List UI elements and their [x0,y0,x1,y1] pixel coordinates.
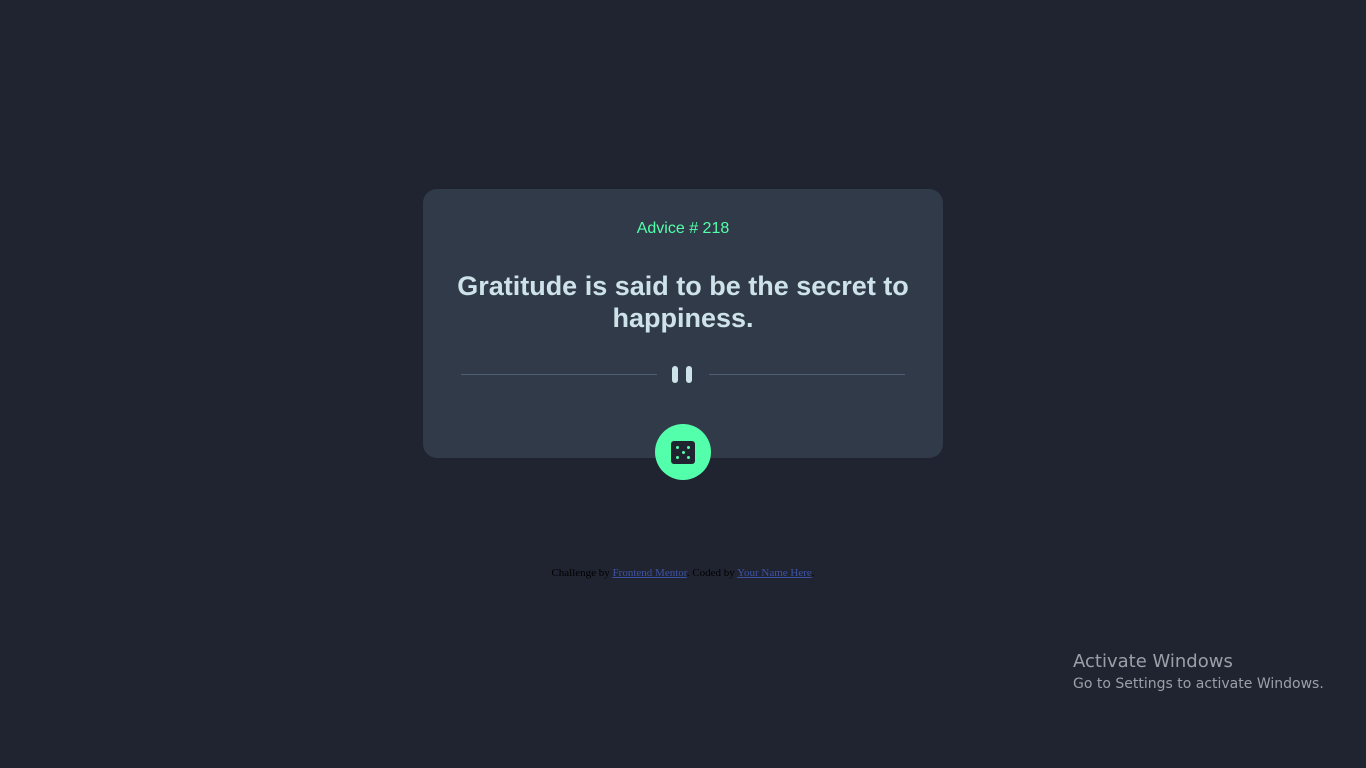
new-advice-button[interactable] [655,424,711,480]
divider-line-left [461,374,657,375]
divider [461,361,905,389]
author-link[interactable]: Your Name Here [737,567,812,579]
attribution-challenge-prefix: Challenge by [551,567,613,579]
advice-card: Advice # 218 Gratitude is said to be the… [423,189,943,458]
watermark-subtitle: Go to Settings to activate Windows. [1073,676,1324,692]
dice-icon [671,441,695,464]
advice-quote: Gratitude is said to be the secret to ha… [457,271,909,333]
divider-line-right [709,374,905,375]
attribution-coded-prefix: . Coded by [686,567,738,579]
pause-icon [672,366,694,383]
advice-id: Advice # 218 [636,220,730,237]
windows-activation-watermark: Activate Windows Go to Settings to activ… [1073,651,1324,695]
attribution: Challenge by Frontend Mentor. Coded by Y… [0,567,1366,579]
watermark-title: Activate Windows [1073,651,1233,672]
frontend-mentor-link[interactable]: Frontend Mentor [613,567,687,579]
attribution-suffix: . [811,567,815,579]
